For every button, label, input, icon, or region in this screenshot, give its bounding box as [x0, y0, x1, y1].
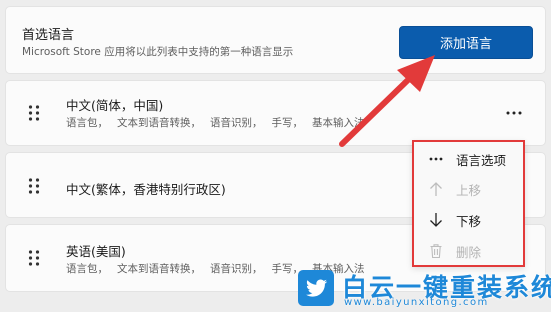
feature-label: 语音识别，: [210, 117, 263, 129]
feature-label: 手写，: [271, 117, 304, 129]
drag-handle-icon[interactable]: [28, 105, 40, 121]
more-horizontal-icon: [506, 111, 522, 115]
feature-label: 语音识别，: [210, 263, 263, 275]
language-name: 英语(美国): [66, 244, 126, 259]
twitter-bird-icon: [298, 270, 334, 306]
feature-label: 基本输入法: [312, 117, 365, 129]
menu-item-label: 删除: [456, 244, 482, 260]
feature-label: 语言包，: [66, 263, 108, 275]
watermark-url: www.baiyunxitong.com: [344, 297, 489, 308]
menu-item-label: 下移: [456, 213, 482, 229]
language-features: 语言包， 文本到语音转换， 语音识别， 手写， 基本输入法: [66, 115, 374, 130]
feature-label: 文本到语音转换，: [117, 117, 201, 129]
feature-label: 语言包，: [66, 117, 108, 129]
drag-handle-icon[interactable]: [28, 250, 40, 266]
language-context-menu: 语言选项 上移 下移 删除: [412, 140, 525, 267]
menu-item-label: 语言选项: [456, 152, 507, 168]
arrow-up-icon: [425, 178, 447, 200]
menu-item-move-down[interactable]: 下移: [414, 205, 523, 235]
menu-item-delete[interactable]: 删除: [414, 236, 523, 266]
trash-icon: [425, 240, 447, 262]
more-horizontal-icon: [425, 148, 447, 170]
menu-item-language-options[interactable]: 语言选项: [414, 144, 523, 174]
watermark: 白云一键重装系统 www.baiyunxitong.com: [298, 268, 551, 310]
menu-item-label: 上移: [456, 182, 482, 198]
menu-item-move-up[interactable]: 上移: [414, 174, 523, 204]
language-name: 中文(简体，中国): [66, 98, 164, 113]
section-title: 首选语言: [22, 28, 75, 43]
drag-handle-icon[interactable]: [28, 178, 40, 194]
add-language-button[interactable]: 添加语言: [399, 26, 533, 59]
language-item: 中文(简体，中国) 语言包， 文本到语音转换， 语音识别， 手写， 基本输入法: [5, 80, 546, 146]
more-options-button[interactable]: [497, 102, 531, 124]
language-name: 中文(繁体，香港特别行政区): [66, 182, 226, 197]
preferred-languages-card: 首选语言 Microsoft Store 应用将以此列表中支持的第一种语言显示 …: [5, 6, 546, 74]
arrow-down-icon: [425, 209, 447, 231]
section-description: Microsoft Store 应用将以此列表中支持的第一种语言显示: [22, 46, 294, 58]
feature-label: 文本到语音转换，: [117, 263, 201, 275]
